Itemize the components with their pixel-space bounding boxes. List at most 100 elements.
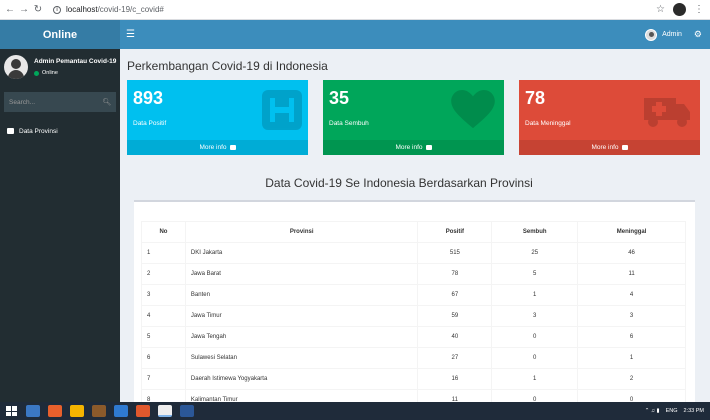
reload-icon[interactable]: ↻	[31, 4, 45, 15]
forward-icon[interactable]: →	[17, 4, 31, 15]
table-cell: 6	[577, 326, 686, 348]
back-icon[interactable]: ←	[3, 4, 17, 15]
table-cell: Banten	[184, 284, 419, 306]
column-header[interactable]: Sembuh	[491, 221, 579, 243]
column-header[interactable]: Provinsi	[184, 221, 419, 243]
table-row: 2 Jawa Barat 78 5 11	[141, 263, 686, 285]
column-header[interactable]: Positif	[417, 221, 493, 243]
more-info-link[interactable]: More info	[519, 140, 700, 155]
table-cell: 27	[417, 347, 493, 369]
table-cell: 0	[491, 326, 579, 348]
table-row: 3 Banten 67 1 4	[141, 284, 686, 306]
language-indicator[interactable]: ENG	[666, 408, 678, 414]
bookmark-star-icon[interactable]: ☆	[656, 4, 665, 15]
box-label: Data Meninggal	[525, 120, 571, 127]
box-positif: 893 Data Positif More info	[127, 80, 308, 155]
book-icon	[229, 145, 236, 150]
windows-taskbar: ⌃ ♫ ▮ ENG 2:33 PM	[0, 402, 710, 420]
gears-icon[interactable]: ⚙	[694, 29, 702, 40]
user-panel: Admin Pemantau Covid-19 Online	[0, 49, 120, 87]
table-cell: 2	[141, 263, 186, 285]
table-title: Data Covid-19 Se Indonesia Berdasarkan P…	[265, 176, 533, 190]
table-cell: 46	[577, 242, 686, 264]
app-icon[interactable]	[92, 405, 106, 417]
box-label: Data Positif	[133, 120, 167, 127]
table-cell: 5	[141, 326, 186, 348]
word-icon[interactable]	[180, 405, 194, 417]
profile-avatar-icon[interactable]	[673, 3, 686, 16]
more-info-link[interactable]: More info	[323, 140, 504, 155]
sidebar-item-data-provinsi[interactable]: Data Provinsi	[0, 121, 120, 141]
tray-icons[interactable]: ⌃ ♫ ▮	[645, 408, 660, 414]
sidebar-toggle-icon[interactable]: ☰	[126, 29, 135, 40]
address-bar[interactable]: i localhost/covid-19/c_covid#	[53, 5, 164, 14]
table-cell: 1	[141, 242, 186, 264]
table-cell: 3	[491, 305, 579, 327]
table-cell: 1	[491, 368, 579, 390]
search-input[interactable]	[4, 92, 98, 112]
system-tray: ⌃ ♫ ▮ ENG 2:33 PM	[645, 408, 704, 414]
book-icon	[425, 145, 432, 150]
ambulance-icon	[644, 98, 690, 127]
table-cell: 7	[141, 368, 186, 390]
app-icon[interactable]	[70, 405, 84, 417]
column-header[interactable]: Meninggal	[577, 221, 686, 243]
box-meninggal: 78 Data Meninggal More info	[519, 80, 700, 155]
clock[interactable]: 2:33 PM	[684, 408, 704, 414]
main-content: Perkembangan Covid-19 di Indonesia 893 D…	[120, 49, 710, 411]
box-value: 893	[133, 88, 164, 108]
book-icon	[621, 145, 628, 150]
table-cell: 78	[417, 263, 493, 285]
browser-menu-icon[interactable]: ⋮	[694, 4, 704, 15]
box-label: Data Sembuh	[329, 120, 369, 127]
vscode-icon[interactable]	[114, 405, 128, 417]
sidebar-user-name: Admin Pemantau Covid-19	[34, 58, 117, 65]
windows-start-icon[interactable]	[4, 404, 18, 418]
app-icon[interactable]	[48, 405, 62, 417]
explorer-icon[interactable]	[26, 405, 40, 417]
online-dot-icon	[34, 70, 39, 76]
firefox-icon[interactable]	[136, 405, 150, 417]
user-status: Online	[34, 70, 58, 76]
table-cell: 4	[141, 305, 186, 327]
browser-toolbar: ← → ↻ i localhost/covid-19/c_covid# ☆ ⋮	[0, 0, 710, 20]
column-header[interactable]: No	[141, 221, 186, 243]
table-cell: 25	[491, 242, 579, 264]
box-value: 35	[329, 88, 350, 108]
url-path: /covid-19/c_covid#	[97, 5, 164, 14]
chrome-icon[interactable]	[158, 405, 172, 417]
table-row: 5 Jawa Tengah 40 0 6	[141, 326, 686, 348]
header-user-name[interactable]: Admin	[662, 31, 682, 38]
provinsi-table: No Provinsi Positif Sembuh Meninggal 1 DK…	[141, 221, 686, 411]
search-icon[interactable]: 🔍︎	[98, 98, 116, 106]
user-avatar[interactable]	[645, 28, 658, 41]
sidebar-search: 🔍︎	[4, 92, 116, 112]
table-cell: Jawa Timur	[184, 305, 419, 327]
table-cell: Daerah Istimewa Yogyakarta	[184, 368, 419, 390]
url-host: localhost	[66, 5, 98, 14]
table-row: 7 Daerah Istimewa Yogyakarta 16 1 2	[141, 368, 686, 390]
table-cell: 59	[417, 305, 493, 327]
table-cell: 515	[417, 242, 493, 264]
hospital-icon	[262, 90, 302, 130]
table-cell: 6	[141, 347, 186, 369]
table-header-row: No Provinsi Positif Sembuh Meninggal	[141, 221, 686, 243]
table-cell: 4	[577, 284, 686, 306]
app-logo[interactable]: Online	[0, 20, 120, 49]
table-row: 6 Sulawesi Selatan 27 0 1	[141, 347, 686, 369]
table-row: 4 Jawa Timur 59 3 3	[141, 305, 686, 327]
sidebar-item-label: Data Provinsi	[19, 127, 58, 135]
site-info-icon[interactable]: i	[53, 5, 61, 14]
table-box: No Provinsi Positif Sembuh Meninggal 1 DK…	[134, 200, 695, 411]
table-cell: 3	[577, 305, 686, 327]
table-cell: 3	[141, 284, 186, 306]
table-cell: 40	[417, 326, 493, 348]
table-cell: Sulawesi Selatan	[184, 347, 419, 369]
user-status-label: Online	[42, 70, 58, 76]
box-sembuh: 35 Data Sembuh More info	[323, 80, 504, 155]
more-info-link[interactable]: More info	[127, 140, 308, 155]
table-cell: 67	[417, 284, 493, 306]
page-title: Perkembangan Covid-19 di Indonesia	[127, 59, 328, 73]
table-cell: 1	[491, 284, 579, 306]
table-cell: DKI Jakarta	[184, 242, 419, 264]
